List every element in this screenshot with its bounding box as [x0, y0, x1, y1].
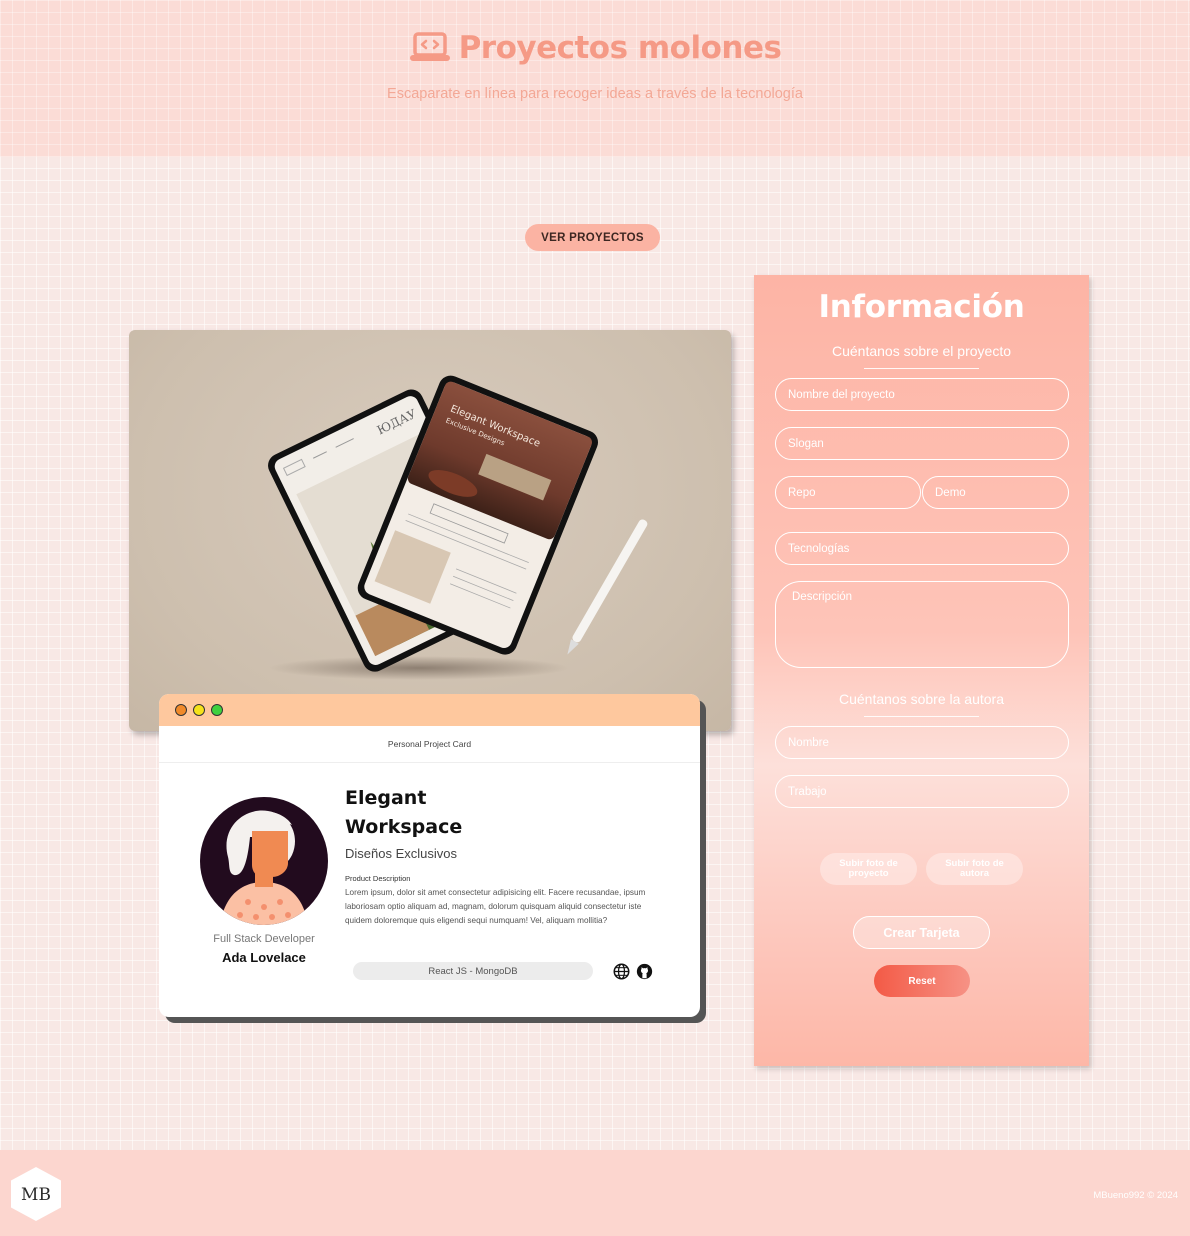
author-portrait-illustration — [220, 810, 308, 925]
author-name-input[interactable]: Nombre — [775, 726, 1069, 759]
technologies-badge: React JS - MongoDB — [353, 962, 593, 980]
form-title: Información — [818, 289, 1025, 325]
project-hero-image: ЮДАУ Elegant Workspace Exclusive Designs — [129, 330, 731, 731]
upload-project-photo-button[interactable]: Subir foto de proyecto — [820, 853, 917, 885]
section-divider — [864, 716, 979, 717]
project-description: Lorem ipsum, dolor sit amet consectetur … — [345, 888, 646, 925]
brand: Proyectos molones — [0, 30, 1190, 66]
site-header: Proyectos molones Escaparate en línea pa… — [0, 0, 1190, 157]
description-label: Product Description — [345, 874, 411, 883]
copyright: MBueno992 © 2024 — [1093, 1190, 1178, 1201]
author-name: Ada Lovelace — [222, 950, 306, 965]
card-top-label: Personal Project Card — [159, 726, 700, 763]
repo-input[interactable]: Repo — [775, 476, 921, 509]
mb-logo[interactable]: MB — [8, 1165, 64, 1223]
description-textarea[interactable]: Descripción — [775, 581, 1069, 668]
demo-input[interactable]: Demo — [922, 476, 1069, 509]
laptop-code-icon — [409, 32, 450, 61]
app-subtitle: Escaparate en línea para recoger ideas a… — [387, 86, 803, 102]
technologies-input[interactable]: Tecnologías — [775, 532, 1069, 565]
reset-button[interactable]: Reset — [874, 965, 970, 997]
window-dot-yellow — [193, 704, 205, 716]
upload-author-photo-button[interactable]: Subir foto de autora — [926, 853, 1023, 885]
site-footer: MB MBueno992 © 2024 — [0, 1150, 1190, 1236]
app-title: Proyectos molones — [458, 30, 782, 66]
footer-logo-text: MB — [21, 1185, 51, 1205]
project-form: Información Cuéntanos sobre el proyecto … — [754, 275, 1089, 1066]
window-dot-orange — [175, 704, 187, 716]
project-name: Elegant Workspace — [345, 787, 463, 838]
project-section-title: Cuéntanos sobre el proyecto — [832, 343, 1011, 359]
slogan-input[interactable]: Slogan — [775, 427, 1069, 460]
author-avatar — [200, 797, 328, 925]
window-bar — [159, 694, 700, 726]
globe-icon[interactable] — [613, 963, 630, 980]
window-dot-green — [211, 704, 223, 716]
project-preview-card: Personal Project Card Full Stack Develop… — [159, 694, 700, 1017]
github-icon[interactable] — [636, 963, 653, 980]
create-card-button[interactable]: Crear Tarjeta — [853, 916, 990, 949]
section-divider — [864, 368, 979, 369]
ver-proyectos-button[interactable]: VER PROYECTOS — [525, 224, 660, 251]
job-input[interactable]: Trabajo — [775, 775, 1069, 808]
project-slogan: Diseños Exclusivos — [345, 846, 457, 861]
project-name-input[interactable]: Nombre del proyecto — [775, 378, 1069, 411]
tablets-mockup-illustration: ЮДАУ Elegant Workspace Exclusive Designs — [268, 375, 648, 680]
author-job: Full Stack Developer — [213, 933, 315, 945]
author-section-title: Cuéntanos sobre la autora — [839, 691, 1004, 707]
